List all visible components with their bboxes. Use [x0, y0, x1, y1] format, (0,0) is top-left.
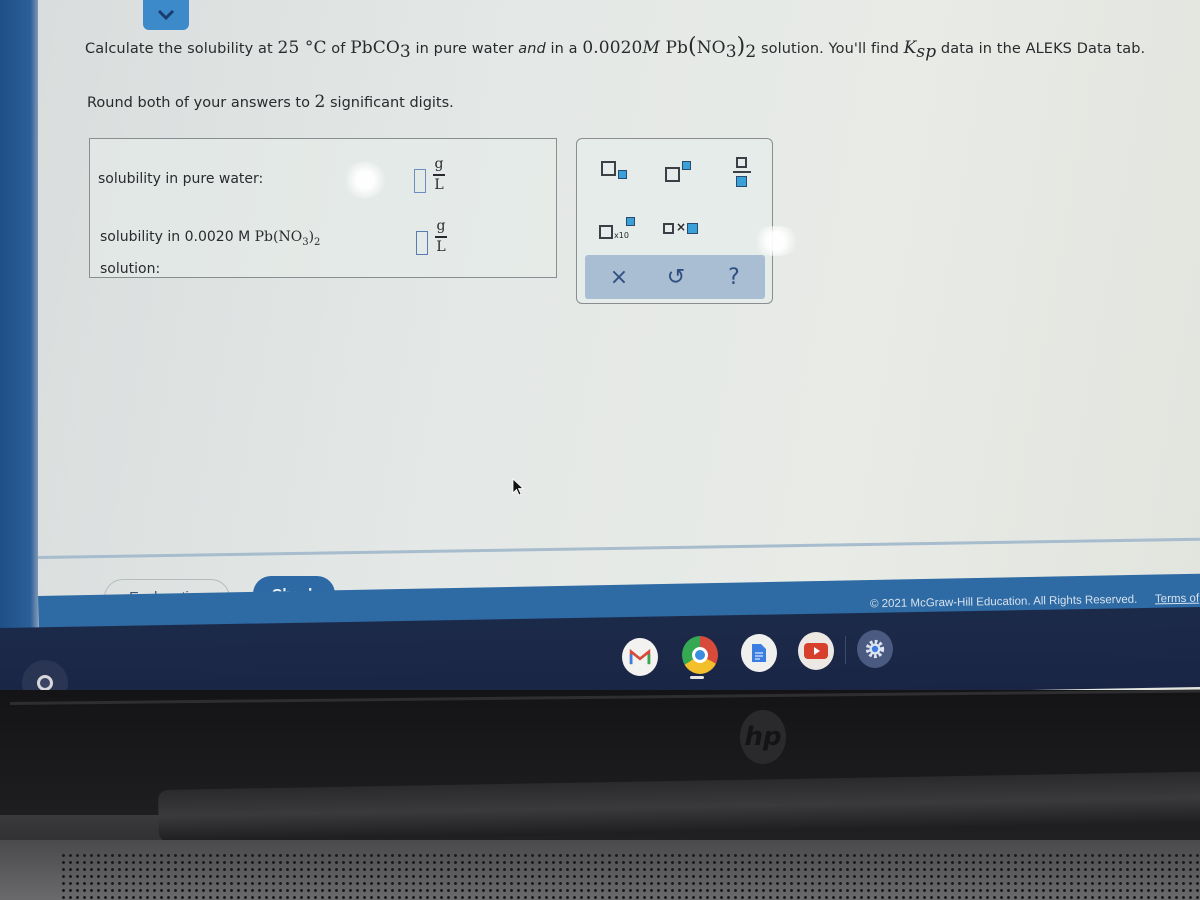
- gmail-app[interactable]: [622, 638, 658, 676]
- superscript-button[interactable]: [665, 161, 695, 187]
- clear-button[interactable]: ×: [605, 263, 633, 291]
- instruction-text: Round both of your answers to 2 signific…: [87, 92, 454, 112]
- gear-icon: [865, 639, 885, 659]
- pure-water-answer-input[interactable]: [414, 169, 426, 193]
- gmail-icon: [629, 649, 651, 665]
- speaker-grille: [60, 852, 1200, 900]
- nitrate-solution-answer-input[interactable]: [416, 231, 428, 255]
- answer-box: solubility in pure water: gL solubility …: [89, 138, 557, 278]
- mouse-cursor-icon: [512, 478, 524, 496]
- pure-water-label: solubility in pure water:: [98, 171, 264, 187]
- screen-glare: [750, 226, 802, 256]
- fraction-button[interactable]: [733, 157, 751, 191]
- chrome-icon: [692, 647, 708, 663]
- multiply-button[interactable]: ×: [663, 220, 703, 239]
- undo-button[interactable]: ↺: [662, 263, 690, 291]
- content-divider: [37, 537, 1200, 559]
- palette-action-bar: × ↺ ?: [585, 255, 765, 299]
- collapse-toggle-button[interactable]: [143, 0, 189, 30]
- terms-link[interactable]: Terms of: [1155, 593, 1199, 606]
- nitrate-solution-unit: gL: [435, 218, 447, 255]
- launcher-icon: [37, 675, 53, 691]
- chrome-app[interactable]: [682, 636, 718, 674]
- chevron-down-icon: [157, 9, 175, 21]
- youtube-app[interactable]: [798, 632, 834, 670]
- help-icon: ?: [728, 264, 740, 290]
- docs-icon: [752, 644, 766, 662]
- screen-glare: [342, 161, 388, 199]
- math-palette: x10 × × ↺ ?: [576, 138, 773, 304]
- youtube-icon: [804, 643, 828, 659]
- hp-logo: hp: [740, 710, 786, 764]
- question-text: Calculate the solubility at 25 °C of PbC…: [85, 34, 1146, 62]
- left-sidebar-strip: [0, 0, 38, 640]
- screen: Calculate the solubility at 25 °C of PbC…: [0, 0, 1200, 710]
- settings-app[interactable]: [857, 630, 893, 668]
- shelf-separator: [845, 636, 846, 664]
- subscript-button[interactable]: [601, 161, 631, 187]
- scientific-notation-button[interactable]: x10: [599, 217, 639, 243]
- help-button[interactable]: ?: [720, 263, 748, 291]
- undo-icon: ↺: [666, 264, 686, 290]
- nitrate-solution-label: solubility in 0.0020 M Pb(NO3)2 solution…: [100, 229, 321, 277]
- pure-water-unit: gL: [433, 156, 445, 193]
- docs-app[interactable]: [741, 634, 777, 672]
- close-icon: ×: [609, 264, 629, 290]
- chrome-active-indicator: [690, 676, 704, 679]
